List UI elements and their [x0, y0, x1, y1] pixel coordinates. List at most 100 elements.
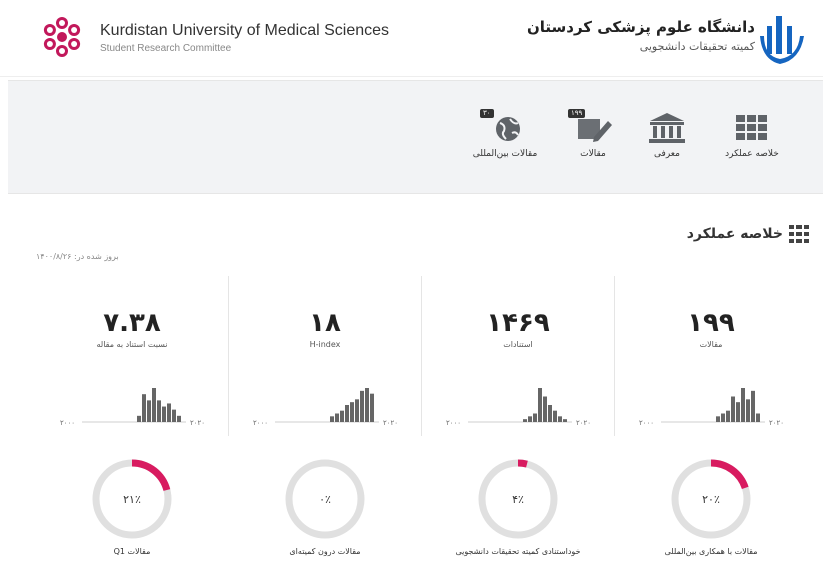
- stat-card-citations: ۱۴۶۹ استنادات ۲۰۰۰ ۲۰۲۰: [422, 276, 615, 436]
- sparkline-bar: [152, 388, 156, 422]
- sparkline-chart: ۲۰۰۰ ۲۰۲۰: [60, 388, 205, 427]
- sparkline-bar: [548, 405, 552, 422]
- stat-value: ۱۴۶۹: [486, 308, 550, 338]
- grid-icon: [789, 225, 809, 243]
- stat-card-h-index: ۱۸ H-index ۲۰۰۰ ۲۰۲۰: [229, 276, 422, 436]
- site-subtitle-fa: کمیته تحقیقات دانشجویی: [639, 40, 755, 53]
- axis-start-label: ۲۰۰۰: [639, 419, 654, 427]
- section-header: خلاصه عملکرد: [687, 225, 809, 243]
- section-title: خلاصه عملکرد: [686, 226, 783, 242]
- nav-badge-articles: ۱۹۹: [568, 109, 586, 118]
- site-title-fa: دانشگاه علوم پزشکی کردستان: [526, 18, 755, 36]
- axis-start-label: ۲۰۰۰: [253, 419, 268, 427]
- sparkline-bar: [360, 390, 364, 422]
- kums-logo-icon[interactable]: [36, 11, 88, 63]
- sparkline-bar: [736, 402, 740, 422]
- sparkline-bar: [335, 413, 339, 422]
- sparkline-bar: [538, 388, 542, 422]
- stat-value: ۷.۳۸: [103, 308, 161, 338]
- sparkline-bar: [741, 388, 745, 422]
- axis-end-label: ۲۰۲۰: [190, 419, 205, 427]
- sparkline-bar: [558, 416, 562, 422]
- updated-date: بروز شده در: ۱۴۰۰/۸/۲۶: [36, 252, 119, 261]
- stat-card-articles: ۱۹۹ مقالات ۲۰۰۰ ۲۰۲۰: [615, 276, 807, 436]
- donut-percent-text: ۴٪: [512, 493, 524, 506]
- donut-progress-arc: [131, 459, 171, 492]
- sparkline-bar: [563, 419, 567, 422]
- pencil-icon: ۱۹۹: [568, 109, 614, 145]
- sparkline-bar: [345, 405, 349, 422]
- globe-icon: ۳۰: [480, 109, 526, 145]
- donut-percent-text: ۰٪: [319, 493, 331, 506]
- sparkline-bar: [370, 393, 374, 422]
- sparkline-bar: [523, 419, 527, 422]
- header-title-fa: دانشگاه علوم پزشکی کردستان کمیته تحقیقات…: [527, 18, 755, 53]
- sparkline-bar: [157, 400, 161, 422]
- university-logo-icon[interactable]: [756, 12, 808, 68]
- sparkline-chart: ۲۰۰۰ ۲۰۲۰: [446, 388, 591, 427]
- sparkline-bar: [746, 399, 750, 422]
- sparkline-bar: [350, 402, 354, 422]
- sparkline-bar: [355, 399, 359, 422]
- sparkline-bar: [731, 396, 735, 422]
- donut-label: خوداستنادی کمیته تحقیقات دانشجویی: [455, 547, 581, 556]
- nav-item-international-articles[interactable]: ۳۰ مقالات بین‌المللی: [460, 109, 550, 159]
- site-subtitle-en: Student Research Committee: [100, 43, 232, 54]
- grid-icon: [731, 111, 773, 145]
- donut-progress-arc: [710, 459, 749, 490]
- donut-gauge: ۰٪: [285, 459, 365, 539]
- donut-gauge: ۴٪: [478, 459, 558, 539]
- stat-label: مقالات: [699, 340, 723, 349]
- axis-end-label: ۲۰۲۰: [383, 419, 398, 427]
- sparkline-bar: [533, 413, 537, 422]
- sparkline-bar: [330, 416, 334, 422]
- donut-gauge: ۲۰٪: [671, 459, 751, 539]
- nav-item-performance-summary[interactable]: خلاصه عملکرد: [707, 111, 797, 159]
- stat-card-citation-ratio: ۷.۳۸ نسبت استناد به مقاله ۲۰۰۰ ۲۰۲۰: [36, 276, 229, 436]
- sparkline-bar: [147, 400, 151, 422]
- stat-label: H-index: [309, 340, 341, 349]
- sparkline-bar: [721, 413, 725, 422]
- nav-label: مقالات بین‌المللی: [472, 149, 538, 159]
- nav-item-introduction[interactable]: معرفی: [622, 111, 712, 159]
- sparkline-bar: [543, 396, 547, 422]
- nav-bar: ۳۰ مقالات بین‌المللی ۱۹۹ مقالات مع: [8, 80, 823, 194]
- sparkline-bar: [553, 410, 557, 422]
- donut-gauge: ۲۱٪: [92, 459, 172, 539]
- sparkline-bar: [716, 416, 720, 422]
- sparkline-bar: [137, 415, 141, 422]
- sparkline-bar: [340, 410, 344, 422]
- stat-value: ۱۹۹: [687, 308, 735, 338]
- axis-start-label: ۲۰۰۰: [446, 419, 461, 427]
- sparkline-chart: ۲۰۰۰ ۲۰۲۰: [253, 388, 398, 427]
- sparkline-bar: [167, 403, 171, 422]
- donut-label: مقالات با همکاری بین‌المللی: [664, 547, 758, 556]
- donut-percent-text: ۲۰٪: [702, 493, 720, 506]
- header-title-en: Kurdistan University of Medical Sciences…: [100, 22, 389, 54]
- donut-progress-arc: [517, 459, 528, 468]
- sparkline-chart: ۲۰۰۰ ۲۰۲۰: [639, 388, 784, 427]
- sparkline-bar: [177, 415, 181, 422]
- site-header: Kurdistan University of Medical Sciences…: [0, 0, 823, 77]
- sparkline-bar: [756, 413, 760, 422]
- donut-label: مقالات درون کمیته‌ای: [289, 547, 361, 556]
- axis-end-label: ۲۰۲۰: [769, 419, 784, 427]
- stat-value: ۱۸: [309, 308, 341, 338]
- sparkline-bar: [162, 406, 166, 422]
- axis-start-label: ۲۰۰۰: [60, 419, 75, 427]
- institution-icon: [646, 111, 688, 145]
- sparkline-bar: [142, 394, 146, 422]
- stat-label: استنادات: [503, 340, 533, 349]
- site-title-en: Kurdistan University of Medical Sciences: [100, 22, 390, 39]
- nav-label: خلاصه عملکرد: [725, 149, 779, 159]
- sparkline-bar: [751, 390, 755, 422]
- nav-label: معرفی: [654, 149, 680, 159]
- sparkline-bar: [726, 410, 730, 422]
- donut-percent-text: ۲۱٪: [123, 493, 141, 506]
- sparkline-bar: [172, 409, 176, 422]
- donut-label: مقالات Q1: [113, 547, 151, 556]
- axis-end-label: ۲۰۲۰: [576, 419, 591, 427]
- sparkline-bar: [528, 416, 532, 422]
- stat-label: نسبت استناد به مقاله: [96, 340, 168, 349]
- nav-badge-international: ۳۰: [480, 109, 494, 118]
